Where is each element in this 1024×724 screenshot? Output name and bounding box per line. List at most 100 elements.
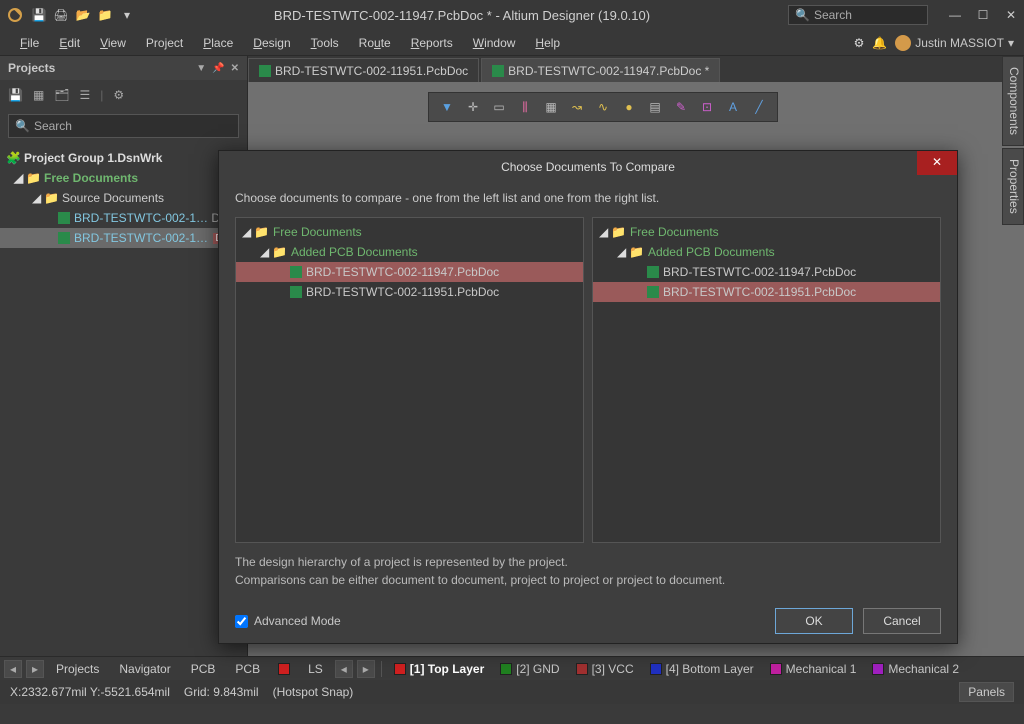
list-item[interactable]: BRD-TESTWTC-002-11947.PcbDoc: [593, 262, 940, 282]
compare-left-list[interactable]: ◢📁Free Documents ◢📁Added PCB Documents B…: [235, 217, 584, 543]
menu-window[interactable]: Window: [463, 30, 526, 56]
maximize-button[interactable]: ☐: [976, 8, 990, 22]
prev-arrow[interactable]: ◂: [4, 660, 22, 678]
dropdown-icon[interactable]: ▼: [196, 63, 206, 74]
document-tab[interactable]: BRD-TESTWTC-002-11947.PcbDoc *: [481, 58, 720, 82]
project-group-row[interactable]: 🧩 Project Group 1.DsnWrk: [0, 148, 247, 168]
menu-design[interactable]: Design: [243, 30, 300, 56]
next-arrow[interactable]: ▸: [26, 660, 44, 678]
notifications-icon[interactable]: 🔔: [872, 36, 887, 50]
window-controls: — ☐ ✕: [948, 8, 1018, 22]
menu-place[interactable]: Place: [193, 30, 243, 56]
via-icon[interactable]: ●: [621, 99, 637, 115]
list-item[interactable]: BRD-TESTWTC-002-11951.PcbDoc: [593, 282, 940, 302]
pin-icon[interactable]: 📌: [212, 63, 224, 74]
menu-file[interactable]: File: [10, 30, 49, 56]
pcb-doc-icon: [647, 266, 659, 278]
user-menu[interactable]: Justin MASSIOT ▾: [895, 35, 1014, 51]
cancel-button[interactable]: Cancel: [863, 608, 941, 634]
free-documents-row[interactable]: ◢ 📁 Free Documents: [0, 168, 247, 188]
bottom-tab[interactable]: PCB: [183, 660, 224, 678]
global-search[interactable]: 🔍 Search: [788, 5, 928, 25]
filter-icon[interactable]: ▼: [439, 99, 455, 115]
open-icon[interactable]: 📂: [74, 6, 92, 24]
save-all-icon[interactable]: 💾: [8, 88, 23, 102]
pcb-doc-icon: [647, 286, 659, 298]
tree-doc-row[interactable]: BRD-TESTWTC-002-1… D: [0, 208, 247, 228]
collapse-icon[interactable]: ◢: [14, 171, 26, 185]
list-item[interactable]: BRD-TESTWTC-002-11951.PcbDoc: [236, 282, 583, 302]
layer-chip[interactable]: [4] Bottom Layer: [644, 660, 760, 678]
bottom-tab[interactable]: PCB: [227, 660, 268, 678]
layer-prev-arrow[interactable]: ◂: [335, 660, 353, 678]
document-tab[interactable]: BRD-TESTWTC-002-11951.PcbDoc: [248, 58, 479, 82]
pcb-doc-icon: [259, 65, 271, 77]
bottom-tab[interactable]: Navigator: [111, 660, 178, 678]
move-icon[interactable]: ✛: [465, 99, 481, 115]
side-tabs: Components Properties: [1002, 56, 1024, 227]
panels-button[interactable]: Panels: [959, 682, 1014, 702]
minimize-button[interactable]: —: [948, 8, 962, 22]
tree-icon[interactable]: ☰: [80, 88, 91, 102]
menu-reports[interactable]: Reports: [401, 30, 463, 56]
open2-icon[interactable]: 📁: [96, 6, 114, 24]
panel-close-icon[interactable]: ✕: [231, 63, 239, 74]
menu-view[interactable]: View: [90, 30, 136, 56]
layer-chip[interactable]: [3] VCC: [570, 660, 640, 678]
ok-button[interactable]: OK: [775, 608, 853, 634]
close-button[interactable]: ✕: [1004, 8, 1018, 22]
color-swatch[interactable]: [272, 661, 296, 677]
window-title: BRD-TESTWTC-002-11947.PcbDoc * - Altium …: [136, 8, 788, 23]
settings2-icon[interactable]: ⚙: [113, 88, 124, 102]
edit-icon[interactable]: ✎: [673, 99, 689, 115]
compare-right-list[interactable]: ◢📁Free Documents ◢📁Added PCB Documents B…: [592, 217, 941, 543]
dialog-close-button[interactable]: ✕: [917, 151, 957, 175]
layer-icon[interactable]: ▤: [647, 99, 663, 115]
tree-doc-row[interactable]: BRD-TESTWTC-002-1… D: [0, 228, 247, 248]
dimension-icon[interactable]: ⊡: [699, 99, 715, 115]
bottom-tab[interactable]: Projects: [48, 660, 107, 678]
layer-chip[interactable]: Mechanical 1: [764, 660, 863, 678]
save-icon[interactable]: 💾: [30, 6, 48, 24]
menu-help[interactable]: Help: [525, 30, 570, 56]
dialog-title-bar: Choose Documents To Compare ✕: [219, 151, 957, 183]
chevron-down-icon: ▾: [1008, 36, 1014, 50]
layer-chip[interactable]: Mechanical 2: [866, 660, 965, 678]
settings-icon[interactable]: ⚙: [854, 36, 865, 50]
advanced-mode-checkbox[interactable]: Advanced Mode: [235, 614, 341, 628]
projects-tree: 🧩 Project Group 1.DsnWrk ◢ 📁 Free Docume…: [0, 142, 247, 656]
search-icon: 🔍: [15, 119, 30, 133]
side-tab-components[interactable]: Components: [1002, 56, 1024, 146]
menu-edit[interactable]: Edit: [49, 30, 90, 56]
status-coordinates: X:2332.677mil Y:-5521.654mil: [10, 685, 170, 699]
compile-icon[interactable]: ▦: [33, 88, 44, 102]
status-bar: X:2332.677mil Y:-5521.654mil Grid: 9.843…: [0, 680, 1024, 704]
align-icon[interactable]: ⫼: [517, 99, 533, 115]
projects-header[interactable]: Projects ▼ 📌 ✕: [0, 56, 247, 80]
menu-route[interactable]: Route: [349, 30, 401, 56]
side-tab-properties[interactable]: Properties: [1002, 148, 1024, 225]
folder-icon[interactable]: 🗂: [54, 88, 69, 102]
layer-chip[interactable]: [1] Top Layer: [388, 660, 490, 678]
menu-project[interactable]: Project: [136, 30, 193, 56]
component-icon[interactable]: ▦: [543, 99, 559, 115]
list-item[interactable]: BRD-TESTWTC-002-11947.PcbDoc: [236, 262, 583, 282]
search-placeholder: Search: [814, 8, 852, 22]
layer-chip[interactable]: [2] GND: [494, 660, 565, 678]
menu-tools[interactable]: Tools: [301, 30, 349, 56]
projects-search[interactable]: 🔍 Search: [8, 114, 239, 138]
text-icon[interactable]: A: [725, 99, 741, 115]
collapse-icon[interactable]: ◢: [32, 191, 44, 205]
source-documents-row[interactable]: ◢ 📁 Source Documents: [0, 188, 247, 208]
open-dropdown-icon[interactable]: ▾: [118, 6, 136, 24]
pcb-doc-icon: [492, 65, 504, 77]
wave-icon[interactable]: ∿: [595, 99, 611, 115]
print-icon[interactable]: 🖨: [52, 6, 70, 24]
ls-button[interactable]: LS: [300, 660, 331, 678]
route-icon[interactable]: ↝: [569, 99, 585, 115]
select-icon[interactable]: ▭: [491, 99, 507, 115]
workspace-icon: 🧩: [6, 151, 20, 165]
layer-next-arrow[interactable]: ▸: [357, 660, 375, 678]
line-icon[interactable]: ╱: [751, 99, 767, 115]
dialog-footer: Advanced Mode OK Cancel: [219, 599, 957, 643]
